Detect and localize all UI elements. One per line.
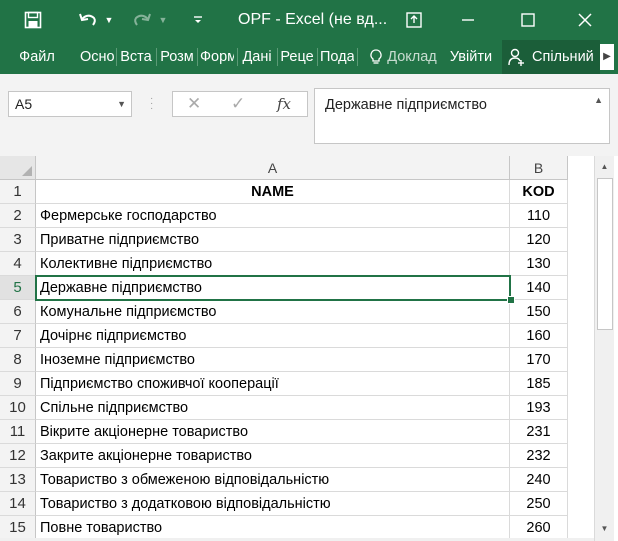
- row-header[interactable]: 15: [0, 516, 36, 540]
- row-header[interactable]: 5: [0, 276, 36, 300]
- title-bar: ▼ ▼ OPF - Excel (не вд...: [0, 0, 618, 40]
- tab-data[interactable]: Дані: [240, 40, 274, 74]
- column-header-a[interactable]: A: [36, 156, 510, 180]
- tab-home[interactable]: Осно: [80, 40, 114, 74]
- minimize-icon[interactable]: [454, 0, 482, 40]
- insert-function-icon[interactable]: fx: [277, 92, 291, 116]
- vertical-scrollbar[interactable]: ▲ ▼: [594, 156, 614, 541]
- window-title: OPF - Excel (не вд...: [238, 11, 388, 28]
- close-icon[interactable]: [570, 0, 600, 40]
- cell-kod[interactable]: 240: [510, 468, 568, 492]
- cell-kod[interactable]: 170: [510, 348, 568, 372]
- cell-kod[interactable]: 231: [510, 420, 568, 444]
- ribbon-scroll-right-icon[interactable]: ▶: [600, 44, 614, 70]
- tab-review[interactable]: Реце: [280, 40, 314, 74]
- tab-separator: [197, 48, 198, 66]
- formula-input[interactable]: Державне підприємство ▲: [314, 88, 610, 144]
- cell-kod[interactable]: 193: [510, 396, 568, 420]
- scroll-down-icon[interactable]: ▼: [595, 520, 614, 538]
- row-header[interactable]: 1: [0, 180, 36, 204]
- name-box[interactable]: A5 ▼: [8, 91, 132, 117]
- tab-file[interactable]: Файл: [14, 40, 60, 74]
- cell-name[interactable]: Комунальне підприємство: [36, 300, 510, 324]
- tab-insert[interactable]: Вста: [119, 40, 153, 74]
- tab-separator: [317, 48, 318, 66]
- fill-handle[interactable]: [507, 296, 515, 304]
- row-header[interactable]: 11: [0, 420, 36, 444]
- row-header[interactable]: 13: [0, 468, 36, 492]
- cell-name[interactable]: Повне товариство: [36, 516, 510, 540]
- row-header[interactable]: 7: [0, 324, 36, 348]
- tell-me-search[interactable]: Доклад: [386, 40, 438, 74]
- share-label: Спільний: [532, 49, 594, 65]
- tab-formulas[interactable]: Форм: [200, 40, 234, 74]
- ribbon-tabs: Файл Осно Вста Розм Форм Дані Реце Подал…: [0, 40, 618, 74]
- formula-value: Державне підприємство: [325, 97, 487, 113]
- redo-icon[interactable]: [128, 0, 156, 40]
- sign-in-link[interactable]: Увійти: [446, 40, 496, 74]
- formula-buttons: ✕ ✓ fx: [172, 91, 308, 117]
- cell-name[interactable]: Вікрите акціонерне товариство: [36, 420, 510, 444]
- redo-dropdown-icon[interactable]: ▼: [156, 0, 170, 40]
- cell-name[interactable]: Державне підприємство: [36, 276, 510, 300]
- customize-toolbar-icon[interactable]: [188, 0, 208, 40]
- row-header[interactable]: 14: [0, 492, 36, 516]
- row-header[interactable]: 8: [0, 348, 36, 372]
- row-header[interactable]: 3: [0, 228, 36, 252]
- cell-kod[interactable]: 130: [510, 252, 568, 276]
- collapse-formula-bar-icon[interactable]: ▲: [594, 95, 603, 105]
- formula-bar-grip-icon: · · ·: [150, 93, 154, 114]
- cell-kod[interactable]: 260: [510, 516, 568, 540]
- tab-view[interactable]: Подал: [320, 40, 354, 74]
- ribbon-display-options-icon[interactable]: [402, 0, 426, 40]
- cell-name[interactable]: Приватне підприємство: [36, 228, 510, 252]
- name-box-value: A5: [15, 96, 33, 112]
- maximize-icon[interactable]: [514, 0, 542, 40]
- scroll-up-icon[interactable]: ▲: [595, 158, 614, 176]
- name-box-dropdown-icon[interactable]: ▼: [117, 92, 126, 116]
- cell-name[interactable]: Товариство з обмеженою відповідальністю: [36, 468, 510, 492]
- cell-name-header[interactable]: NAME: [36, 180, 510, 204]
- cell-name[interactable]: Дочірнє підприємство: [36, 324, 510, 348]
- row-header[interactable]: 12: [0, 444, 36, 468]
- cell-kod[interactable]: 120: [510, 228, 568, 252]
- cell-kod[interactable]: 150: [510, 300, 568, 324]
- tab-page-layout[interactable]: Розм: [159, 40, 195, 74]
- cancel-formula-icon[interactable]: ✕: [187, 92, 201, 116]
- row-header[interactable]: 4: [0, 252, 36, 276]
- cell-name[interactable]: Товариство з додатковою відповідальністю: [36, 492, 510, 516]
- share-button[interactable]: Спільний: [502, 40, 600, 74]
- undo-dropdown-icon[interactable]: ▼: [102, 0, 116, 40]
- cell-kod[interactable]: 140: [510, 276, 568, 300]
- tab-separator: [357, 48, 358, 66]
- row-header[interactable]: 2: [0, 204, 36, 228]
- tab-separator: [156, 48, 157, 66]
- cell-name[interactable]: Іноземне підприємство: [36, 348, 510, 372]
- cell-kod[interactable]: 250: [510, 492, 568, 516]
- cell-kod[interactable]: 110: [510, 204, 568, 228]
- tab-separator: [116, 48, 117, 66]
- cell-name[interactable]: Спільне підприємство: [36, 396, 510, 420]
- row-header[interactable]: 6: [0, 300, 36, 324]
- cell-kod[interactable]: 160: [510, 324, 568, 348]
- tab-separator: [277, 48, 278, 66]
- cell-kod[interactable]: 232: [510, 444, 568, 468]
- cell-name[interactable]: Колективне підприємство: [36, 252, 510, 276]
- select-all-corner[interactable]: [0, 156, 36, 180]
- cell-name[interactable]: Підприємство споживчої кооперації: [36, 372, 510, 396]
- share-icon: [502, 40, 532, 74]
- cell-name[interactable]: Фермерське господарство: [36, 204, 510, 228]
- column-header-b[interactable]: B: [510, 156, 568, 180]
- row-header[interactable]: 10: [0, 396, 36, 420]
- enter-formula-icon[interactable]: ✓: [231, 92, 245, 116]
- lightbulb-icon[interactable]: [368, 40, 384, 74]
- undo-icon[interactable]: [74, 0, 102, 40]
- cell-name[interactable]: Закрите акціонерне товариство: [36, 444, 510, 468]
- row-header[interactable]: 9: [0, 372, 36, 396]
- cell-kod-header[interactable]: KOD: [510, 180, 568, 204]
- save-icon[interactable]: [18, 0, 48, 40]
- tab-separator: [237, 48, 238, 66]
- cell-kod[interactable]: 185: [510, 372, 568, 396]
- scrollbar-thumb[interactable]: [597, 178, 613, 330]
